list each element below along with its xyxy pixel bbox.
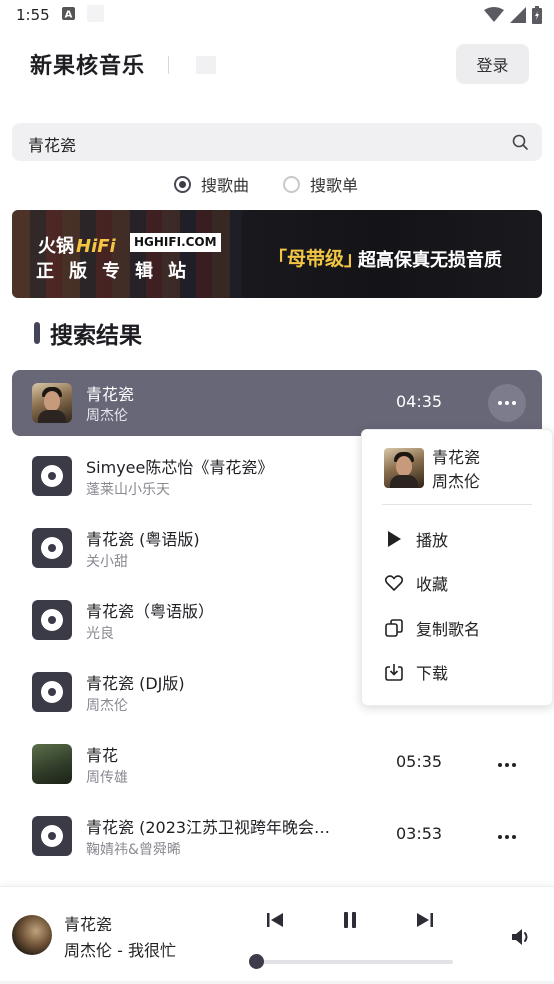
song-duration: 03:53 <box>396 824 443 843</box>
song-duration: 04:35 <box>396 392 443 411</box>
song-row[interactable]: 青花瓷 (2023江苏卫视跨年晚会… 鞠婧祎&曾舜晞 03:53 <box>12 802 542 874</box>
promo-banner[interactable]: 火锅 HiFi HGHIFI.COM 正版专辑站 「母带级」 超高保真无损音质 <box>12 210 542 298</box>
banner-slogan: 超高保真无损音质 <box>358 250 502 271</box>
banner-site: HGHIFI.COM <box>130 233 221 252</box>
disc-icon <box>32 672 72 712</box>
radio-search-songs[interactable]: 搜歌曲 <box>174 172 249 196</box>
banner-brand: 火锅 HiFi <box>38 232 116 258</box>
song-artist: 关小甜 <box>86 554 128 570</box>
volume-button[interactable] <box>511 927 533 951</box>
mini-player: 青花瓷 周杰伦 - 我很忙 <box>0 886 554 984</box>
search-input[interactable]: 青花瓷 <box>12 123 542 161</box>
results-heading: 搜索结果 <box>34 316 142 350</box>
battery-icon <box>532 6 542 28</box>
status-bar: 1:55 A <box>0 0 554 30</box>
search-icon[interactable] <box>512 134 528 154</box>
menu-item-copy-name-label: 复制歌名 <box>416 620 481 639</box>
search-mode-group: 搜歌曲 搜歌单 <box>0 172 554 198</box>
song-artist: 周杰伦 <box>86 408 128 424</box>
banner-subtitle: 正版专辑站 <box>36 261 201 282</box>
skip-next-icon <box>417 913 433 927</box>
progress-slider[interactable] <box>256 960 453 964</box>
heading-accent-bar <box>34 322 40 344</box>
more-options-button[interactable] <box>488 746 526 784</box>
disc-icon <box>32 456 72 496</box>
play-icon <box>384 529 404 549</box>
song-title: 青花瓷 (2023江苏卫视跨年晚会… <box>86 818 331 837</box>
album-cover <box>32 383 72 423</box>
skip-previous-icon <box>267 913 283 927</box>
volume-icon <box>512 929 528 945</box>
disc-icon <box>32 528 72 568</box>
login-button[interactable]: 登录 <box>456 44 529 84</box>
disc-icon <box>32 816 72 856</box>
song-artist: 鞠婧祎&曾舜晞 <box>86 842 181 858</box>
more-options-button[interactable] <box>488 384 526 422</box>
radio-search-playlists[interactable]: 搜歌单 <box>283 172 358 196</box>
more-icon <box>498 401 516 405</box>
menu-item-play-label: 播放 <box>416 531 449 550</box>
song-row[interactable]: 青花 周传雄 05:35 <box>12 730 542 802</box>
pause-button[interactable] <box>341 911 359 929</box>
status-time: 1:55 <box>16 6 50 24</box>
radio-search-playlists-label: 搜歌单 <box>310 176 359 195</box>
song-title: 青花 <box>86 746 119 765</box>
song-artist: 周传雄 <box>86 770 128 786</box>
radio-checked-indicator <box>174 175 191 193</box>
song-context-menu: 青花瓷 周杰伦 播放 收藏 复制歌名 下载 <box>361 429 553 706</box>
song-duration: 05:35 <box>396 752 443 771</box>
album-cover <box>32 744 72 784</box>
song-artist: 周杰伦 <box>86 698 128 714</box>
keyboard-a-icon: A <box>61 6 75 24</box>
menu-album-cover <box>384 448 424 488</box>
more-options-button[interactable] <box>488 818 526 856</box>
menu-item-download[interactable]: 下载 <box>384 660 448 684</box>
results-heading-text: 搜索结果 <box>50 323 142 349</box>
title-divider <box>168 56 169 74</box>
song-title: 青花瓷 (DJ版) <box>86 674 185 693</box>
song-title: Simyee陈芯怡《青花瓷》 <box>86 458 274 477</box>
more-icon <box>498 835 516 839</box>
disc-icon <box>32 600 72 640</box>
copy-icon <box>384 618 404 638</box>
banner-brand-accent: HiFi <box>76 236 116 257</box>
signal-icon <box>510 7 526 27</box>
banner-brand-text: 火锅 <box>38 236 74 257</box>
menu-item-favorite[interactable]: 收藏 <box>384 571 448 595</box>
song-title: 青花瓷（粤语版） <box>86 602 215 621</box>
pause-icon <box>344 912 356 928</box>
song-artist: 光良 <box>86 626 114 642</box>
svg-text:A: A <box>64 10 72 21</box>
title-placeholder <box>196 56 216 74</box>
player-title: 青花瓷 <box>64 915 113 934</box>
progress-handle[interactable] <box>249 954 264 969</box>
menu-item-copy-name[interactable]: 复制歌名 <box>384 616 480 640</box>
menu-item-download-label: 下载 <box>416 664 449 683</box>
wifi-icon <box>484 7 504 27</box>
download-icon <box>384 662 404 682</box>
menu-item-favorite-label: 收藏 <box>416 575 449 594</box>
song-row[interactable]: 青花瓷 周杰伦 04:35 <box>12 370 542 436</box>
heart-icon <box>384 573 404 593</box>
app-header: 新果核音乐 登录 <box>0 40 554 86</box>
menu-item-play[interactable]: 播放 <box>384 527 448 551</box>
menu-song-artist: 周杰伦 <box>432 472 481 491</box>
next-button[interactable] <box>416 911 434 929</box>
blank-notification-icon <box>86 4 104 26</box>
menu-song-title: 青花瓷 <box>432 448 481 467</box>
player-subtitle: 周杰伦 - 我很忙 <box>64 941 176 960</box>
banner-tag: 「母带级」 <box>268 248 364 270</box>
search-input-value: 青花瓷 <box>28 136 77 155</box>
menu-divider <box>382 504 532 505</box>
song-artist: 蓬莱山小乐天 <box>86 482 170 498</box>
song-title: 青花瓷 (粤语版) <box>86 530 200 549</box>
song-title: 青花瓷 <box>86 385 135 404</box>
app-title: 新果核音乐 <box>30 54 146 79</box>
radio-search-songs-label: 搜歌曲 <box>201 176 250 195</box>
previous-button[interactable] <box>266 911 284 929</box>
more-icon <box>498 763 516 767</box>
radio-unchecked-indicator <box>283 175 300 193</box>
player-album-cover[interactable] <box>12 915 52 955</box>
